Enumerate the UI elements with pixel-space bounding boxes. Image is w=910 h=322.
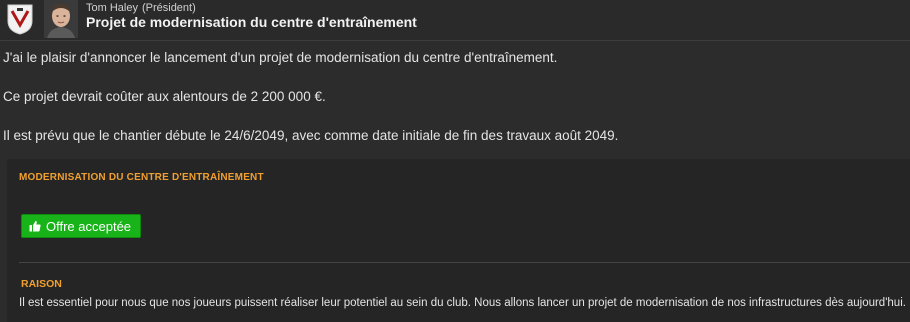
club-crest-icon[interactable] — [6, 3, 34, 35]
offer-panel: MODERNISATION DU CENTRE D'ENTRAÎNEMENT O… — [7, 159, 910, 322]
offer-accepted-button[interactable]: Offre acceptée — [21, 214, 141, 238]
message-paragraph: J'ai le plaisir d'annoncer le lancement … — [3, 50, 558, 65]
divider — [19, 262, 910, 263]
message-header: Tom Haley (Président) Projet de modernisa… — [0, 0, 910, 41]
message-paragraph: Ce projet devrait coûter aux alentours d… — [3, 89, 326, 104]
message-paragraph: Il est prévu que le chantier débute le 2… — [3, 128, 619, 143]
thumbs-up-icon — [29, 220, 41, 232]
reason-text: Il est essentiel pour nous que nos joueu… — [19, 297, 906, 309]
message-subject: Projet de modernisation du centre d'entr… — [86, 14, 417, 30]
sender-name[interactable]: Tom Haley — [86, 2, 138, 14]
avatar[interactable] — [44, 0, 78, 38]
section-title: MODERNISATION DU CENTRE D'ENTRAÎNEMENT — [19, 172, 264, 183]
offer-accepted-label: Offre acceptée — [46, 218, 132, 234]
reason-title: RAISON — [21, 278, 62, 290]
sender-line: Tom Haley (Président) — [86, 2, 196, 14]
sender-role: (Président) — [141, 2, 196, 14]
